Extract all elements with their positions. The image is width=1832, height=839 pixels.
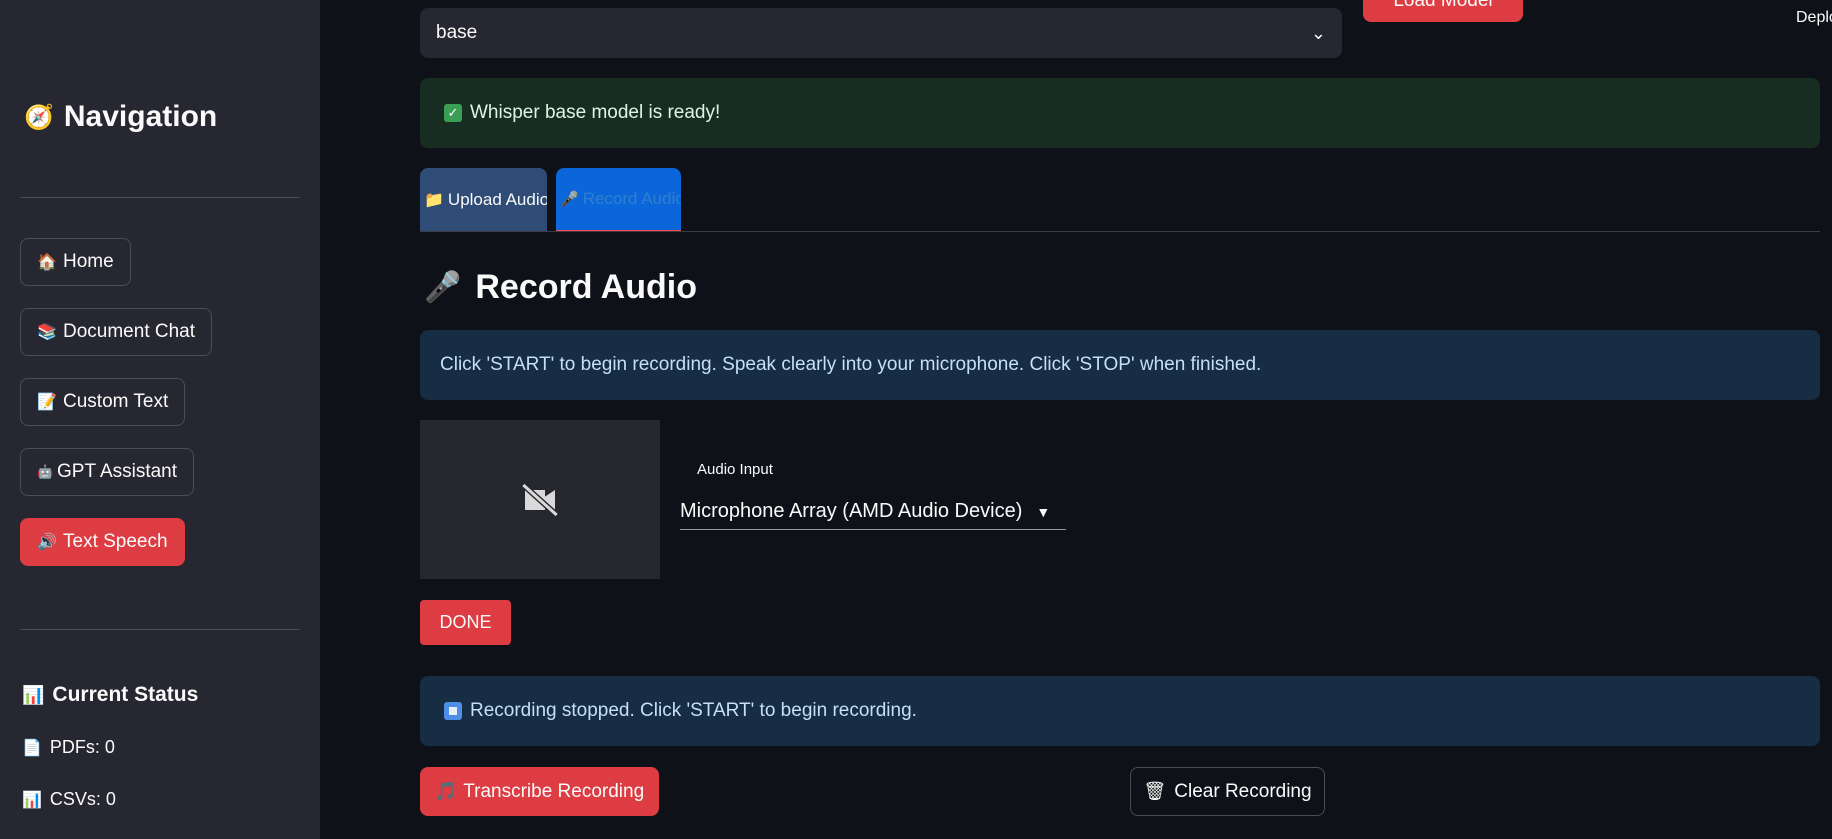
instructions-text: Click 'START' to begin recording. Speak …	[440, 354, 1262, 375]
microphone-icon: 🎤	[424, 271, 462, 304]
clear-recording-button[interactable]: 🗑 Clear Recording	[1130, 767, 1325, 816]
bar-chart-icon: 📊	[22, 684, 45, 705]
video-off-icon	[521, 482, 559, 517]
transcribe-label: Transcribe Recording	[463, 780, 645, 802]
model-select-value: base	[436, 22, 478, 43]
compass-icon: 🧭	[24, 103, 54, 131]
memo-icon: 📝	[37, 394, 57, 411]
caret-down-icon: ▼	[1036, 503, 1051, 520]
sidebar-item-label: Custom Text	[63, 391, 169, 412]
model-select[interactable]: base ⌄	[420, 8, 1342, 58]
house-icon: 🏠	[37, 254, 57, 271]
video-preview	[420, 420, 660, 579]
tab-upload-audio[interactable]: 📁 Upload Audio	[420, 168, 547, 232]
status-title-label: Current Status	[52, 683, 199, 706]
robot-icon: 🤖	[37, 464, 54, 479]
load-model-label: Load Model	[1393, 0, 1493, 11]
nav-title-label: Navigation	[63, 100, 218, 133]
recording-status-text: Recording stopped. Click 'START' to begi…	[470, 700, 917, 721]
recording-status-alert: Recording stopped. Click 'START' to begi…	[420, 676, 1820, 746]
clear-label: Clear Recording	[1174, 780, 1312, 802]
audio-input-select[interactable]: Microphone Array (AMD Audio Device) ▼	[680, 494, 1066, 530]
tab-label: Upload Audio	[447, 190, 547, 209]
page-title: 🎤 Record Audio	[424, 268, 697, 307]
instructions-alert: Click 'START' to begin recording. Speak …	[420, 330, 1820, 400]
sidebar-item-label: Home	[63, 251, 114, 272]
sidebar-item-label: GPT Assistant	[57, 461, 178, 482]
tab-label: Record Audio	[582, 189, 681, 208]
check-icon: ✓	[444, 104, 462, 122]
tab-record-audio[interactable]: 🎤 Record Audio	[556, 168, 681, 232]
tabs-divider	[420, 231, 1820, 232]
sidebar-item-home[interactable]: 🏠 Home	[20, 238, 131, 286]
sidebar: 🧭 Navigation 🏠 Home 📚 Document Chat 📝 Cu…	[0, 0, 320, 839]
divider	[20, 629, 300, 630]
stop-icon	[444, 702, 462, 720]
sidebar-item-custom-text[interactable]: 📝 Custom Text	[20, 378, 186, 426]
divider	[20, 197, 300, 198]
success-message: Whisper base model is ready!	[470, 102, 721, 123]
chevron-down-icon: ⌄	[1310, 22, 1326, 43]
status-title: 📊 Current Status	[22, 683, 198, 707]
success-alert: ✓ Whisper base model is ready!	[420, 78, 1820, 148]
transcribe-recording-button[interactable]: 🎵 Transcribe Recording	[420, 767, 659, 816]
status-pdfs-label: PDFs: 0	[49, 737, 115, 757]
main-content: base ⌄ Load Model Deplo ✓ Whisper base m…	[320, 0, 1832, 839]
load-model-button[interactable]: Load Model	[1363, 0, 1523, 22]
trash-icon: 🗑	[1143, 781, 1167, 801]
sidebar-item-text-speech[interactable]: 🔊 Text Speech	[20, 518, 185, 566]
page-title-label: Record Audio	[475, 268, 697, 306]
nav-title: 🧭 Navigation	[24, 100, 217, 134]
sidebar-item-document-chat[interactable]: 📚 Document Chat	[20, 308, 213, 356]
books-icon: 📚	[37, 324, 57, 341]
status-pdfs: 📄 PDFs: 0	[22, 737, 115, 758]
document-icon: 📄	[22, 739, 42, 757]
musical-note-icon: 🎵	[434, 781, 458, 801]
speaker-icon: 🔊	[37, 534, 57, 551]
audio-input-label: Audio Input	[697, 461, 773, 478]
audio-input-value: Microphone Array (AMD Audio Device)	[680, 500, 1023, 522]
done-label: DONE	[439, 612, 492, 632]
microphone-icon: 🎤	[560, 191, 579, 208]
status-csvs: 📊 CSVs: 0	[22, 789, 116, 810]
sidebar-item-gpt-assistant[interactable]: 🤖 GPT Assistant	[20, 448, 195, 496]
sidebar-item-label: Text Speech	[63, 531, 168, 552]
done-button[interactable]: DONE	[420, 600, 511, 645]
status-csvs-label: CSVs: 0	[49, 789, 116, 809]
bar-chart-icon: 📊	[22, 791, 42, 809]
sidebar-item-label: Document Chat	[63, 321, 196, 342]
deploy-button[interactable]: Deplo	[1796, 9, 1832, 27]
folder-icon: 📁	[424, 192, 444, 209]
